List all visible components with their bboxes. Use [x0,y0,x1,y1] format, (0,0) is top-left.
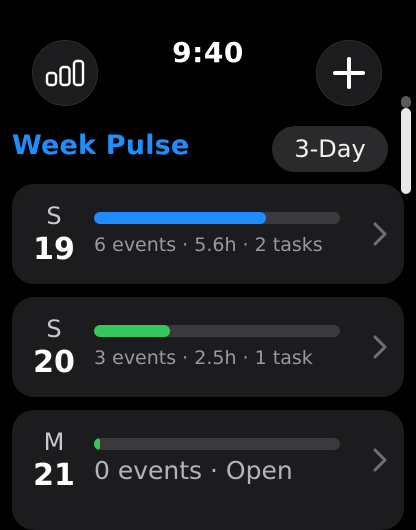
chevron-right-icon [373,222,387,246]
day-summary: 0 events · Open [94,456,293,485]
load-bar-fill [94,212,267,224]
day-row[interactable]: S 19 6 events · 5.6h · 2 tasks [12,184,404,284]
day-date: 21 [33,458,75,493]
day-weekday: M [43,428,65,456]
day-weekday: S [46,315,62,343]
day-date: 19 [33,232,75,267]
day-summary: 6 events · 5.6h · 2 tasks [94,234,323,256]
add-button[interactable] [316,40,382,106]
plus-icon [333,57,365,89]
load-bar-fill [94,325,171,337]
day-summary: 3 events · 2.5h · 1 task [94,347,313,369]
page-title: Week Pulse [12,130,190,161]
chevron-right-icon [373,448,387,472]
scroll-thumb[interactable] [401,108,411,194]
range-toggle-button[interactable]: 3-Day [272,126,388,172]
chevron-right-icon [373,335,387,359]
load-bar-fill [94,438,101,450]
day-date: 20 [33,345,75,380]
day-row[interactable]: S 20 3 events · 2.5h · 1 task [12,297,404,397]
day-weekday: S [46,202,62,230]
scroll-track [401,96,411,108]
load-bar [94,438,340,450]
day-row[interactable]: M 21 0 events · Open [12,410,404,530]
load-bar [94,212,340,224]
load-bar [94,325,340,337]
